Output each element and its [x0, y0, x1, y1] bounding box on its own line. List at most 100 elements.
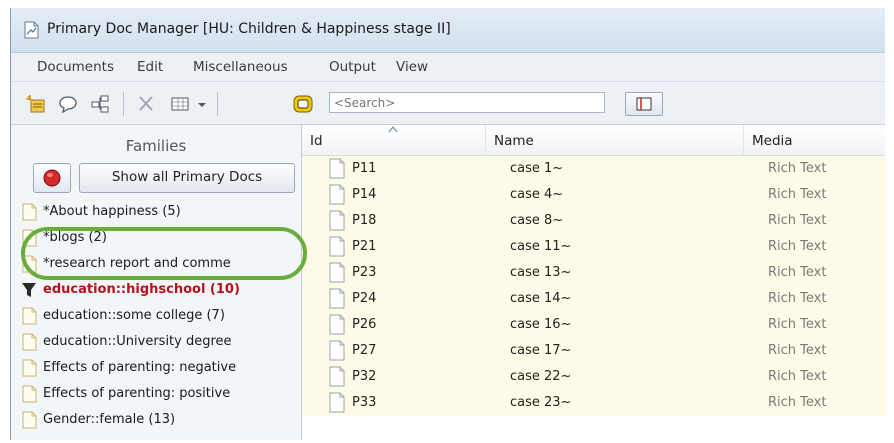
family-item[interactable]: education::University degree [21, 331, 297, 353]
cell-media: Rich Text [768, 239, 827, 254]
cell-media: Rich Text [768, 369, 827, 384]
primary-doc-icon [328, 314, 346, 335]
record-icon [43, 169, 61, 187]
delete-icon[interactable] [135, 94, 157, 114]
cell-id: P11 [352, 161, 377, 176]
family-item[interactable]: *About happiness (5) [21, 201, 297, 223]
cell-id: P21 [352, 239, 377, 254]
cell-id: P23 [352, 265, 377, 280]
menu-output[interactable]: Output [329, 59, 376, 75]
table-row[interactable]: P32 case 22~ Rich Text [302, 364, 885, 390]
family-doc-icon [21, 307, 37, 325]
family-item[interactable]: education::highschool (10) [21, 279, 297, 301]
document-app-icon [24, 21, 39, 39]
cell-media: Rich Text [768, 213, 827, 228]
chevron-down-icon[interactable] [195, 94, 209, 114]
cell-name: case 13~ [510, 265, 572, 280]
family-doc-icon [21, 385, 37, 403]
search-input[interactable]: <Search> [329, 92, 605, 113]
table-header: Id Name Media [302, 125, 885, 156]
families-header: Families [125, 137, 187, 155]
column-name-label: Name [494, 133, 534, 149]
primary-doc-icon [328, 392, 346, 413]
column-header-media[interactable]: Media [744, 125, 885, 155]
menu-bar: Documents Edit Miscellaneous Output View [11, 53, 885, 82]
cell-name: case 16~ [510, 317, 572, 332]
cell-name: case 22~ [510, 369, 572, 384]
toolbar-separator [217, 92, 218, 116]
cell-id: P14 [352, 187, 377, 202]
primary-doc-icon [328, 158, 346, 179]
table-row[interactable]: P11 case 1~ Rich Text [302, 156, 885, 182]
family-doc-icon [21, 203, 37, 221]
primary-doc-manager-window: Primary Doc Manager [HU: Children & Happ… [10, 8, 885, 440]
cell-id: P24 [352, 291, 377, 306]
cell-name: case 11~ [510, 239, 572, 254]
family-item[interactable]: Effects of parenting: negative [21, 357, 297, 379]
families-panel: Families Show all Primary Docs *About ha… [11, 125, 302, 440]
primary-doc-icon [328, 340, 346, 361]
primary-doc-icon [328, 288, 346, 309]
title-bar: Primary Doc Manager [HU: Children & Happ… [11, 8, 885, 53]
table-row[interactable]: P18 case 8~ Rich Text [302, 208, 885, 234]
menu-documents[interactable]: Documents [37, 59, 114, 75]
table-row[interactable]: P24 case 14~ Rich Text [302, 286, 885, 312]
new-document-icon[interactable] [25, 94, 47, 114]
cell-media: Rich Text [768, 291, 827, 306]
toolbar: <Search> [11, 82, 885, 125]
family-item[interactable]: Effects of parenting: positive [21, 383, 297, 405]
family-item-label: *About happiness (5) [43, 204, 181, 219]
menu-view[interactable]: View [396, 59, 428, 75]
cell-id: P32 [352, 369, 377, 384]
family-item[interactable]: education::some college (7) [21, 305, 297, 327]
column-header-name[interactable]: Name [486, 125, 744, 155]
family-item-label: Effects of parenting: positive [43, 386, 231, 401]
family-item-label: education::some college (7) [43, 308, 225, 323]
callout-outline [21, 227, 307, 280]
table-row[interactable]: P26 case 16~ Rich Text [302, 312, 885, 338]
primary-doc-icon [328, 366, 346, 387]
cell-id: P26 [352, 317, 377, 332]
family-doc-icon [21, 333, 37, 351]
comment-icon[interactable] [57, 94, 79, 114]
family-item-label: education::University degree [43, 334, 232, 349]
column-id-label: Id [310, 133, 323, 149]
family-doc-icon [21, 411, 37, 429]
cell-id: P18 [352, 213, 377, 228]
table-row[interactable]: P14 case 4~ Rich Text [302, 182, 885, 208]
family-doc-icon [21, 359, 37, 377]
cell-media: Rich Text [768, 395, 827, 410]
record-button[interactable] [33, 163, 71, 193]
hierarchy-icon[interactable] [89, 94, 111, 114]
table-row[interactable]: P27 case 17~ Rich Text [302, 338, 885, 364]
cell-media: Rich Text [768, 187, 827, 202]
primary-docs-table: Id Name Media P11 case 1~ Rich Text P14 case… [302, 125, 885, 440]
sort-ascending-icon [388, 126, 398, 133]
show-all-primary-docs-button[interactable]: Show all Primary Docs [79, 163, 295, 193]
cell-media: Rich Text [768, 161, 827, 176]
primary-doc-icon [328, 236, 346, 257]
table-row[interactable]: P33 case 23~ Rich Text [302, 390, 885, 416]
family-item[interactable]: Gender::female (13) [21, 409, 297, 431]
toolbar-separator [123, 92, 124, 116]
primary-doc-icon [328, 184, 346, 205]
table-row[interactable]: P21 case 11~ Rich Text [302, 234, 885, 260]
menu-miscellaneous[interactable]: Miscellaneous [193, 59, 288, 75]
column-header-id[interactable]: Id [302, 125, 486, 155]
cell-id: P27 [352, 343, 377, 358]
primary-doc-icon [328, 262, 346, 283]
quotation-focus-icon[interactable] [291, 94, 315, 114]
cell-name: case 17~ [510, 343, 572, 358]
cell-name: case 14~ [510, 291, 572, 306]
cell-media: Rich Text [768, 317, 827, 332]
cell-media: Rich Text [768, 265, 827, 280]
primary-doc-icon [328, 210, 346, 231]
panel-toggle-button[interactable] [625, 92, 663, 116]
cell-media: Rich Text [768, 343, 827, 358]
table-row[interactable]: P23 case 13~ Rich Text [302, 260, 885, 286]
window-title: Primary Doc Manager [HU: Children & Happ… [47, 21, 451, 37]
menu-edit[interactable]: Edit [137, 59, 163, 75]
table-view-icon[interactable] [169, 94, 191, 114]
cell-id: P33 [352, 395, 377, 410]
filter-icon [21, 281, 37, 299]
